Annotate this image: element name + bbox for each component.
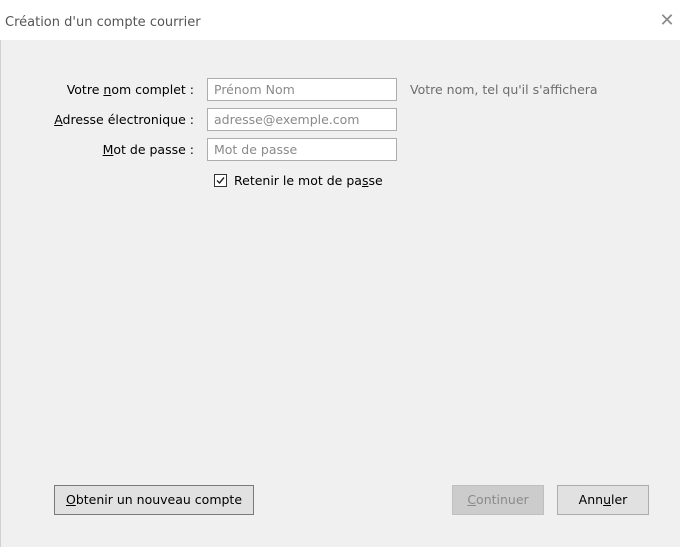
password-label: Mot de passe : bbox=[102, 142, 194, 157]
email-label: Adresse électronique : bbox=[54, 112, 194, 127]
email-input[interactable] bbox=[207, 108, 397, 131]
cancel-button[interactable]: Annuler bbox=[557, 485, 649, 515]
checkmark-icon bbox=[216, 176, 225, 184]
close-icon: ✕ bbox=[659, 10, 675, 31]
remember-password-checkbox[interactable] bbox=[214, 173, 227, 187]
remember-password-label: Retenir le mot de passe bbox=[234, 172, 383, 188]
dialog-title: Création d'un compte courrier bbox=[5, 15, 201, 30]
account-setup-dialog: Création d'un compte courrier ✕ Votre no… bbox=[0, 0, 680, 547]
get-new-account-button[interactable]: Obtenir un nouveau compte bbox=[54, 485, 254, 515]
full-name-label: Votre nom complet : bbox=[66, 82, 194, 97]
close-button[interactable]: ✕ bbox=[654, 8, 680, 34]
remember-password-row[interactable]: Retenir le mot de passe bbox=[214, 172, 383, 188]
full-name-hint: Votre nom, tel qu'il s'affichera bbox=[410, 82, 598, 97]
continue-button[interactable]: Continuer bbox=[452, 485, 544, 515]
title-bar: Création d'un compte courrier ✕ bbox=[0, 0, 680, 40]
full-name-input[interactable] bbox=[207, 78, 397, 101]
window-edge bbox=[0, 40, 1, 547]
password-input[interactable] bbox=[207, 138, 397, 161]
